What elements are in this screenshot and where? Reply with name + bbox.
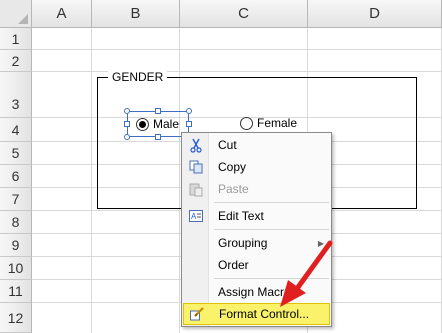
annotation-arrow	[280, 240, 333, 307]
